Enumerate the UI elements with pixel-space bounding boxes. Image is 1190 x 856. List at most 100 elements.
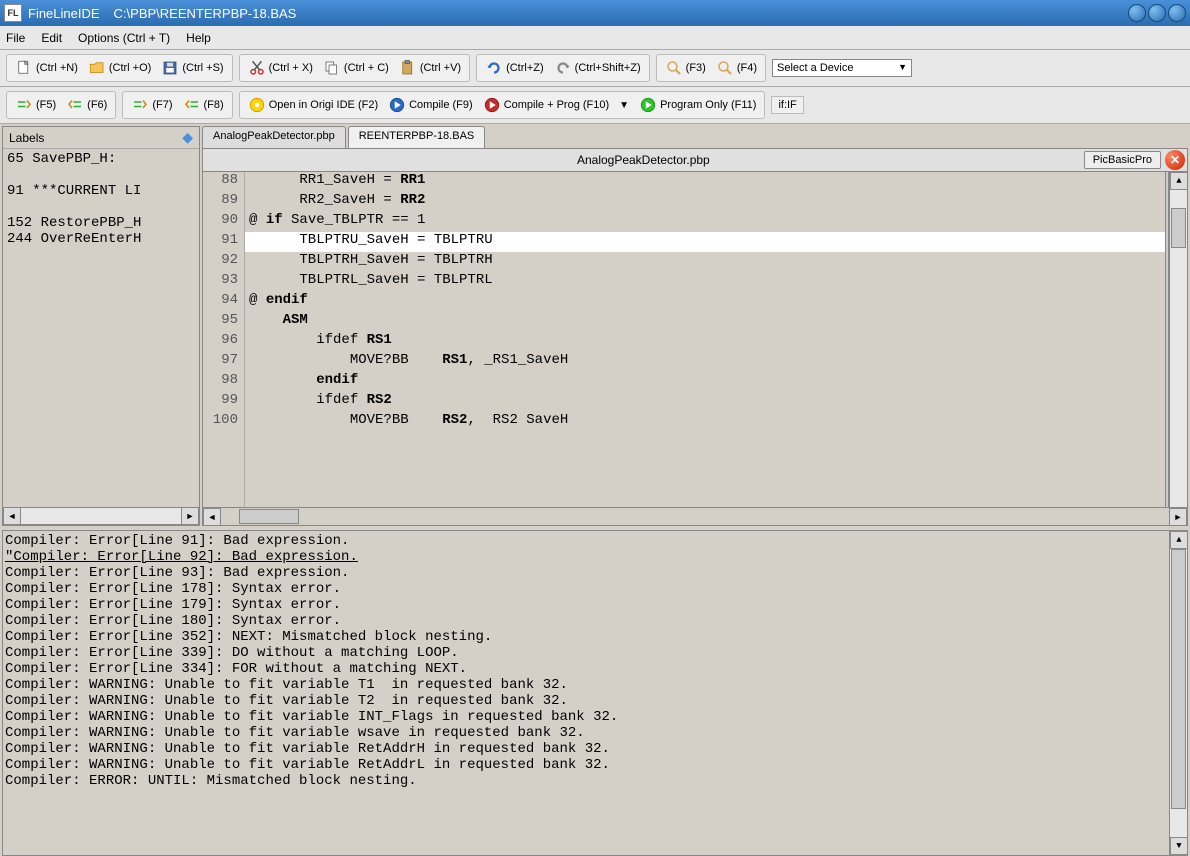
save-button[interactable]: (Ctrl +S) (157, 57, 227, 79)
code-line[interactable]: ifdef RS2 (245, 392, 1165, 412)
labels-list[interactable]: 65 SavePBP_H: 91 ***CURRENT LI 152 Resto… (3, 149, 199, 507)
label-item[interactable]: 91 ***CURRENT LI (7, 183, 195, 199)
scroll-up-icon[interactable]: ▲ (1170, 531, 1188, 549)
f8-button[interactable]: (F8) (179, 94, 228, 116)
editor-vscroll[interactable]: ▲ (1169, 172, 1187, 507)
output-line[interactable]: Compiler: ERROR: UNTIL: Mismatched block… (5, 773, 1185, 789)
diamond-icon[interactable]: ◆ (182, 129, 193, 146)
label-item[interactable]: 244 OverReEnterH (7, 231, 195, 247)
menu-edit[interactable]: Edit (41, 31, 62, 45)
open-orig-button[interactable]: Open in Origi IDE (F2) (244, 94, 382, 116)
code-line[interactable]: MOVE?BB RS2, RS2 SaveH (245, 412, 1165, 432)
compile-button[interactable]: Compile (F9) (384, 94, 477, 116)
compile-prog-button[interactable]: Compile + Prog (F10) (479, 94, 613, 116)
output-line[interactable]: Compiler: Error[Line 339]: DO without a … (5, 645, 1185, 661)
label-item[interactable]: 152 RestorePBP_H (7, 215, 195, 231)
code-editor[interactable]: 888990919293949596979899100 RR1_SaveH = … (202, 172, 1188, 508)
output-line[interactable]: Compiler: WARNING: Unable to fit variabl… (5, 693, 1185, 709)
scroll-left-icon[interactable]: ◄ (203, 508, 221, 526)
output-line[interactable]: Compiler: WARNING: Unable to fit variabl… (5, 757, 1185, 773)
prog-only-button[interactable]: Program Only (F11) (635, 94, 760, 116)
output-line[interactable]: Compiler: WARNING: Unable to fit variabl… (5, 725, 1185, 741)
code-line[interactable]: TBLPTRU_SaveH = TBLPTRU (245, 232, 1165, 252)
device-select[interactable]: Select a Device (772, 59, 912, 77)
cut-button[interactable]: (Ctrl + X) (244, 57, 317, 79)
vscroll-thumb[interactable] (1171, 208, 1186, 248)
redo-button[interactable]: (Ctrl+Shift+Z) (550, 57, 645, 79)
code-line[interactable]: ifdef RS1 (245, 332, 1165, 352)
output-panel[interactable]: Compiler: Error[Line 91]: Bad expression… (2, 530, 1188, 856)
new-button[interactable]: (Ctrl +N) (11, 57, 82, 79)
output-line[interactable]: Compiler: Error[Line 180]: Syntax error. (5, 613, 1185, 629)
output-line[interactable]: Compiler: Error[Line 334]: FOR without a… (5, 661, 1185, 677)
code-line[interactable]: TBLPTRL_SaveH = TBLPTRL (245, 272, 1165, 292)
output-line[interactable]: Compiler: Error[Line 91]: Bad expression… (5, 533, 1185, 549)
label-item[interactable] (7, 167, 195, 183)
menu-options[interactable]: Options (Ctrl + T) (78, 31, 170, 45)
findnext-button[interactable]: (F4) (712, 57, 761, 79)
app-icon: FL (4, 4, 22, 22)
code-line[interactable]: @ if Save_TBLPTR == 1 (245, 212, 1165, 232)
editor-title: AnalogPeakDetector.pbp (203, 153, 1084, 167)
code-line[interactable]: ASM (245, 312, 1165, 332)
vscroll-thumb[interactable] (1171, 549, 1186, 809)
save-label: (Ctrl +S) (182, 62, 223, 74)
open-button[interactable]: (Ctrl +O) (84, 57, 155, 79)
f5-button[interactable]: (F5) (11, 94, 60, 116)
output-line[interactable]: Compiler: Error[Line 352]: NEXT: Mismatc… (5, 629, 1185, 645)
editor-hscroll[interactable]: ◄ ► (202, 508, 1188, 526)
hscroll-thumb[interactable] (239, 509, 299, 524)
labels-header: Labels (9, 131, 182, 145)
app-name: FineLineIDE (28, 6, 100, 21)
menu-help[interactable]: Help (186, 31, 211, 45)
output-line[interactable]: Compiler: Error[Line 178]: Syntax error. (5, 581, 1185, 597)
f6-button[interactable]: (F6) (62, 94, 111, 116)
copy-button[interactable]: (Ctrl + C) (319, 57, 393, 79)
scroll-up-icon[interactable]: ▲ (1170, 172, 1188, 190)
scroll-right-icon[interactable]: ► (1169, 508, 1187, 526)
scroll-left-icon[interactable]: ◄ (3, 507, 21, 525)
undo-label: (Ctrl+Z) (506, 62, 544, 74)
cut-label: (Ctrl + X) (269, 62, 313, 74)
output-line[interactable]: Compiler: WARNING: Unable to fit variabl… (5, 709, 1185, 725)
output-line[interactable]: "Compiler: Error[Line 92]: Bad expressio… (5, 549, 1185, 565)
editor-tabs: AnalogPeakDetector.pbp REENTERPBP-18.BAS (202, 126, 1188, 148)
code-line[interactable]: @ endif (245, 292, 1165, 312)
code-line[interactable]: endif (245, 372, 1165, 392)
output-line[interactable]: Compiler: Error[Line 93]: Bad expression… (5, 565, 1185, 581)
find-button[interactable]: (F3) (661, 57, 710, 79)
code-line[interactable]: RR1_SaveH = RR1 (245, 172, 1165, 192)
tab-analog[interactable]: AnalogPeakDetector.pbp (202, 126, 346, 148)
close-window-button[interactable] (1168, 4, 1186, 22)
code-line[interactable]: TBLPTRH_SaveH = TBLPTRH (245, 252, 1165, 272)
code-line[interactable]: MOVE?BB RS1, _RS1_SaveH (245, 352, 1165, 372)
dropdown-arrow[interactable]: ▼ (615, 98, 633, 113)
copy-label: (Ctrl + C) (344, 62, 389, 74)
output-line[interactable]: Compiler: WARNING: Unable to fit variabl… (5, 677, 1185, 693)
compile-prog-label: Compile + Prog (F10) (504, 99, 609, 111)
tab-reenter[interactable]: REENTERPBP-18.BAS (348, 126, 486, 148)
menubar: File Edit Options (Ctrl + T) Help (0, 26, 1190, 50)
toolbar-row-1: (Ctrl +N) (Ctrl +O) (Ctrl +S) (Ctrl + X)… (0, 50, 1190, 87)
code-line[interactable]: RR2_SaveH = RR2 (245, 192, 1165, 212)
scroll-down-icon[interactable]: ▼ (1170, 837, 1188, 855)
if-box[interactable]: if:IF (771, 96, 803, 114)
output-line[interactable]: Compiler: Error[Line 179]: Syntax error. (5, 597, 1185, 613)
close-tab-button[interactable]: ✕ (1165, 150, 1185, 170)
paste-button[interactable]: (Ctrl +V) (395, 57, 465, 79)
menu-file[interactable]: File (6, 31, 25, 45)
undo-button[interactable]: (Ctrl+Z) (481, 57, 548, 79)
language-button[interactable]: PicBasicPro (1084, 151, 1161, 169)
labels-hscroll[interactable]: ◄ ► (3, 507, 199, 525)
label-item[interactable]: 65 SavePBP_H: (7, 151, 195, 167)
label-item[interactable] (7, 199, 195, 215)
output-line[interactable]: Compiler: WARNING: Unable to fit variabl… (5, 741, 1185, 757)
output-vscroll[interactable]: ▲ ▼ (1169, 531, 1187, 855)
maximize-button[interactable] (1148, 4, 1166, 22)
f7-button[interactable]: (F7) (127, 94, 176, 116)
prog-only-label: Program Only (F11) (660, 99, 756, 111)
toolbar-row-2: (F5) (F6) (F7) (F8) Open in Origi IDE (F… (0, 87, 1190, 124)
redo-label: (Ctrl+Shift+Z) (575, 62, 641, 74)
scroll-right-icon[interactable]: ► (181, 507, 199, 525)
minimize-button[interactable] (1128, 4, 1146, 22)
